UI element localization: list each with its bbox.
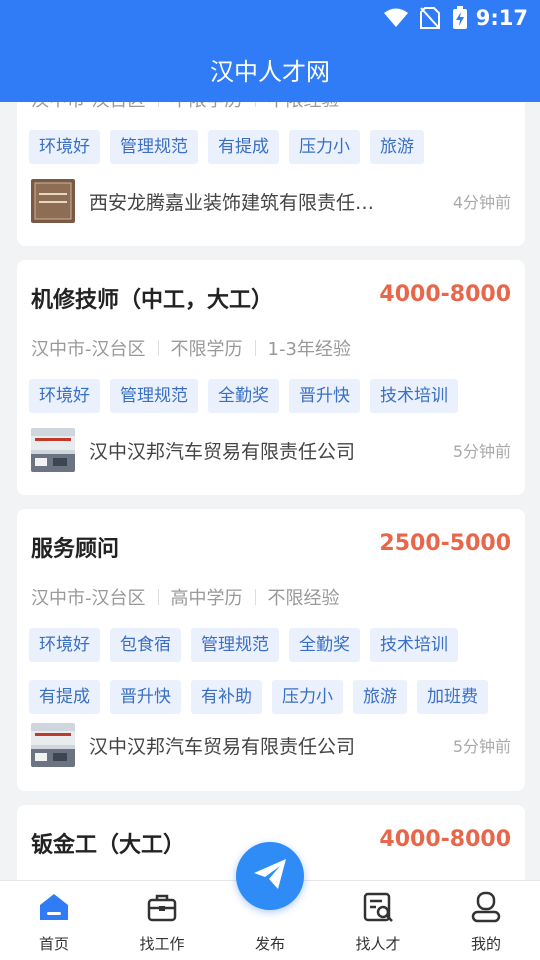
welfare-tag: 加班费 <box>417 680 488 714</box>
job-experience: 不限经验 <box>267 588 340 609</box>
welfare-tag: 压力小 <box>289 130 360 164</box>
tag-row: 有提成 晋升快 有补助 压力小 旅游 加班费 <box>29 680 488 714</box>
tab-find-talent[interactable]: 找人才 <box>324 881 432 960</box>
job-education: 高中学历 <box>170 588 243 609</box>
welfare-tag: 旅游 <box>370 130 424 164</box>
welfare-tag: 技术培训 <box>370 379 458 413</box>
job-card[interactable]: 服务顾问 2500-5000 汉中市-汉台区 高中学历 不限经验 环境好 包食宿… <box>17 509 525 791</box>
tab-label: 首页 <box>38 935 69 953</box>
status-time: 9:17 <box>475 6 528 30</box>
welfare-tag: 管理规范 <box>110 379 198 413</box>
welfare-tag: 技术培训 <box>370 628 458 662</box>
tab-home[interactable]: 首页 <box>0 881 108 960</box>
tab-label: 我的 <box>470 935 501 953</box>
status-icons <box>384 6 468 34</box>
company-name: 西安龙腾嘉业装饰建筑有限责任公司 <box>89 191 389 214</box>
tab-mine[interactable]: 我的 <box>432 881 540 960</box>
job-experience: 1-3年经验 <box>267 339 351 360</box>
tag-row: 环境好 管理规范 有提成 压力小 旅游 <box>29 130 424 164</box>
welfare-tag: 晋升快 <box>289 379 360 413</box>
job-salary: 4000-8000 <box>379 827 511 852</box>
job-location: 汉中市-汉台区 <box>31 339 146 360</box>
publish-button[interactable] <box>236 842 304 910</box>
post-time: 5分钟前 <box>452 442 511 461</box>
post-time: 4分钟前 <box>452 193 511 212</box>
welfare-tag: 管理规范 <box>191 628 279 662</box>
company-row[interactable]: 汉中汉邦汽车贸易有限责任公司 5分钟前 <box>31 723 511 767</box>
tab-label: 找工作 <box>139 935 185 953</box>
welfare-tag: 全勤奖 <box>289 628 360 662</box>
welfare-tag: 全勤奖 <box>208 379 279 413</box>
page-title: 汉中人才网 <box>210 58 330 86</box>
welfare-tag: 旅游 <box>353 680 407 714</box>
battery-charging-icon <box>452 6 468 34</box>
tab-label: 发布 <box>254 935 285 953</box>
welfare-tag: 有提成 <box>208 130 279 164</box>
job-title: 机修技师（中工，大工） <box>31 288 274 313</box>
tab-label: 找人才 <box>355 935 401 953</box>
job-list: 汉中市-汉台区 不限学历 不限经验 环境好 管理规范 有提成 压力小 旅游 西安… <box>0 0 540 880</box>
company-row[interactable]: 西安龙腾嘉业装饰建筑有限责任公司 4分钟前 <box>31 179 511 223</box>
welfare-tag: 环境好 <box>29 379 100 413</box>
company-logo <box>31 428 75 472</box>
company-logo <box>31 723 75 767</box>
tag-row: 环境好 包食宿 管理规范 全勤奖 技术培训 <box>29 628 458 662</box>
job-meta: 汉中市-汉台区 不限学历 1-3年经验 <box>31 335 351 361</box>
briefcase-icon <box>144 889 180 925</box>
company-row[interactable]: 汉中汉邦汽车贸易有限责任公司 5分钟前 <box>31 428 511 472</box>
welfare-tag: 有补助 <box>191 680 262 714</box>
welfare-tag: 有提成 <box>29 680 100 714</box>
job-card[interactable]: 机修技师（中工，大工） 4000-8000 汉中市-汉台区 不限学历 1-3年经… <box>17 260 525 495</box>
company-name: 汉中汉邦汽车贸易有限责任公司 <box>89 735 356 758</box>
welfare-tag: 压力小 <box>272 680 343 714</box>
job-title: 钣金工（大工） <box>31 833 186 858</box>
welfare-tag: 环境好 <box>29 130 100 164</box>
no-sim-icon <box>420 7 440 33</box>
job-salary: 4000-8000 <box>379 282 511 307</box>
welfare-tag: 管理规范 <box>110 130 198 164</box>
job-location: 汉中市-汉台区 <box>31 588 146 609</box>
header-bar: 9:17 汉中人才网 <box>0 0 540 102</box>
tab-find-job[interactable]: 找工作 <box>108 881 216 960</box>
job-education: 不限学历 <box>170 339 243 360</box>
job-salary: 2500-5000 <box>379 531 511 556</box>
company-logo <box>31 179 75 223</box>
send-icon <box>250 854 290 898</box>
job-meta: 汉中市-汉台区 高中学历 不限经验 <box>31 584 340 610</box>
welfare-tag: 环境好 <box>29 628 100 662</box>
home-icon <box>36 889 72 925</box>
user-icon <box>468 889 504 925</box>
job-title: 服务顾问 <box>31 537 120 562</box>
tag-row: 环境好 管理规范 全勤奖 晋升快 技术培训 <box>29 379 458 413</box>
company-name: 汉中汉邦汽车贸易有限责任公司 <box>89 440 356 463</box>
welfare-tag: 包食宿 <box>110 628 181 662</box>
post-time: 5分钟前 <box>452 737 511 756</box>
resume-search-icon <box>360 889 396 925</box>
welfare-tag: 晋升快 <box>110 680 181 714</box>
wifi-icon <box>384 8 408 32</box>
